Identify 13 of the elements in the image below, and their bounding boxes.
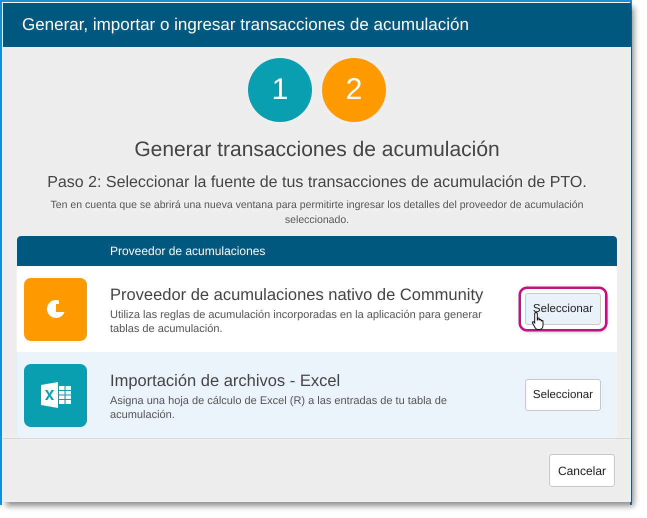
provider-description: Utiliza las reglas de acumulación incorporadas en la aplicación para generar tablas de acumulación.: [110, 308, 483, 336]
cancel-button[interactable]: Cancelar: [548, 454, 615, 488]
spreadsheet-icon: [40, 381, 72, 410]
select-button[interactable]: Seleccionar: [524, 293, 601, 326]
heading: Generar transacciones de acumulación: [133, 136, 501, 163]
select-button[interactable]: Seleccionar: [524, 379, 601, 412]
window-title: Generar, importar o ingresar transacciones de acumulación: [22, 14, 469, 36]
column-header: Proveedor de acumulaciones: [110, 243, 266, 260]
provider-description: Asigna una hoja de cálculo de Excel (R) a las entradas de tu tabla de acumulación.: [110, 394, 448, 422]
provider-title: Proveedor de acumulaciones nativo de Community: [110, 285, 484, 306]
subheading: Paso 2: Seleccionar la fuente de tus transacciones de acumulación de PTO.: [46, 173, 588, 194]
provider-title: Importación de archivos - Excel: [110, 371, 342, 392]
note-text: Ten en cuenta que se abrirá una nueva ventana para permitirte ingresar los detalles del proveedor de acumulación seleccionado.: [50, 198, 584, 228]
